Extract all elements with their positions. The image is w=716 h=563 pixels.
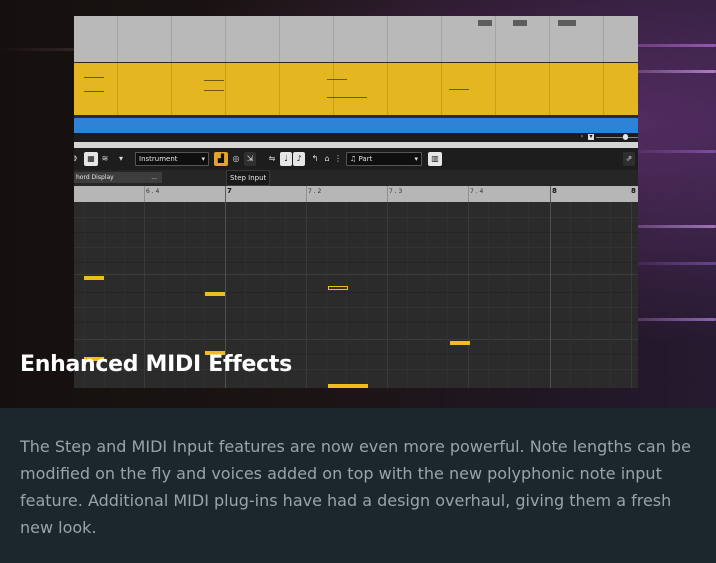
gear-icon[interactable]: ⚙ — [74, 152, 78, 166]
chevron-down-icon: ▾ — [201, 155, 205, 163]
midi-note[interactable] — [328, 384, 368, 388]
feature-description: The Step and MIDI Input features are now… — [20, 437, 691, 537]
zoom-slider[interactable] — [596, 137, 638, 138]
chevron-right-icon[interactable]: › — [579, 134, 585, 140]
zoom-slider-knob[interactable] — [623, 134, 628, 140]
chevron-down-icon[interactable]: ▾ — [588, 134, 594, 140]
midi-note[interactable] — [450, 341, 470, 345]
midi-clip-marker — [478, 20, 492, 26]
midi-note-selected[interactable] — [328, 286, 348, 290]
chord-display-label: hord Display — [76, 174, 114, 181]
layers-icon[interactable]: ≋ — [99, 152, 111, 166]
note-length-icon[interactable]: ♩ — [280, 152, 292, 166]
hero-banner: › ▾ ⚙ ▦ ≋ ▾ Instrument ▾ ▟ ◎ ⇲ ⇋ ♩ — [0, 0, 716, 408]
chord-display-field[interactable]: hord Display ... — [74, 172, 162, 183]
light-streak — [0, 48, 74, 51]
lock-icon[interactable]: ⌂ — [322, 152, 332, 166]
arrangement-track-blue[interactable] — [74, 118, 638, 133]
step-input-tooltip: Step Input — [226, 170, 271, 186]
arrangement-status-row: › ▾ — [74, 133, 638, 142]
insert-icon[interactable]: ⇋ — [266, 152, 278, 166]
midi-note[interactable] — [205, 292, 225, 296]
ruler-label: 7 — [227, 187, 232, 195]
timeline-ruler[interactable]: 6 . 4 7 7 . 2 7 . 3 7 . 4 8 8 — [74, 186, 638, 202]
feature-card: › ▾ ⚙ ▦ ≋ ▾ Instrument ▾ ▟ ◎ ⇲ ⇋ ♩ — [0, 0, 716, 563]
chevron-down-icon: ▾ — [414, 155, 418, 163]
expand-icon[interactable]: ⇗ — [623, 152, 635, 166]
ruler-label: 7 . 2 — [308, 188, 322, 195]
midi-clip-marker — [513, 20, 527, 26]
hero-title: Enhanced MIDI Effects — [20, 352, 292, 377]
chord-display-menu[interactable]: ... — [151, 172, 157, 183]
midi-clip-marker — [558, 20, 576, 26]
keyboard-icon[interactable]: ▥ — [428, 152, 442, 166]
note-voice-icon[interactable]: ♪ — [293, 152, 305, 166]
part-combo-label: Part — [358, 155, 373, 163]
arrangement-track-gray — [74, 16, 638, 62]
step-input-icon[interactable]: ▟ — [214, 152, 228, 166]
ruler-label: 6 . 4 — [146, 188, 160, 195]
ruler-label: 7 . 4 — [470, 188, 484, 195]
key-editor-subrow: hord Display ... Step Input — [74, 170, 638, 186]
ruler-label: 7 . 3 — [389, 188, 403, 195]
tie-icon[interactable]: ↰ — [310, 152, 320, 166]
more-icon[interactable]: ⋮ — [334, 152, 342, 166]
instrument-combo[interactable]: Instrument ▾ — [135, 152, 209, 166]
dropdown-arrow-icon[interactable]: ▾ — [116, 152, 126, 166]
score-icon[interactable]: ▦ — [84, 152, 98, 166]
record-mode-icon[interactable]: ⇲ — [244, 152, 256, 166]
daw-screenshot: › ▾ ⚙ ▦ ≋ ▾ Instrument ▾ ▟ ◎ ⇲ ⇋ ♩ — [74, 16, 638, 388]
key-editor-toolbar: ⚙ ▦ ≋ ▾ Instrument ▾ ▟ ◎ ⇲ ⇋ ♩ ♪ ↰ ⌂ ⋮ ♫… — [74, 148, 638, 170]
midi-input-icon[interactable]: ◎ — [230, 152, 242, 166]
part-combo[interactable]: ♫ Part ▾ — [346, 152, 422, 166]
ruler-label: 8 — [631, 187, 636, 195]
arrangement-track-yellow[interactable] — [74, 63, 638, 115]
part-icon: ♫ — [350, 155, 359, 163]
instrument-combo-label: Instrument — [139, 155, 178, 163]
midi-note[interactable] — [84, 276, 104, 280]
ruler-label: 8 — [552, 187, 557, 195]
